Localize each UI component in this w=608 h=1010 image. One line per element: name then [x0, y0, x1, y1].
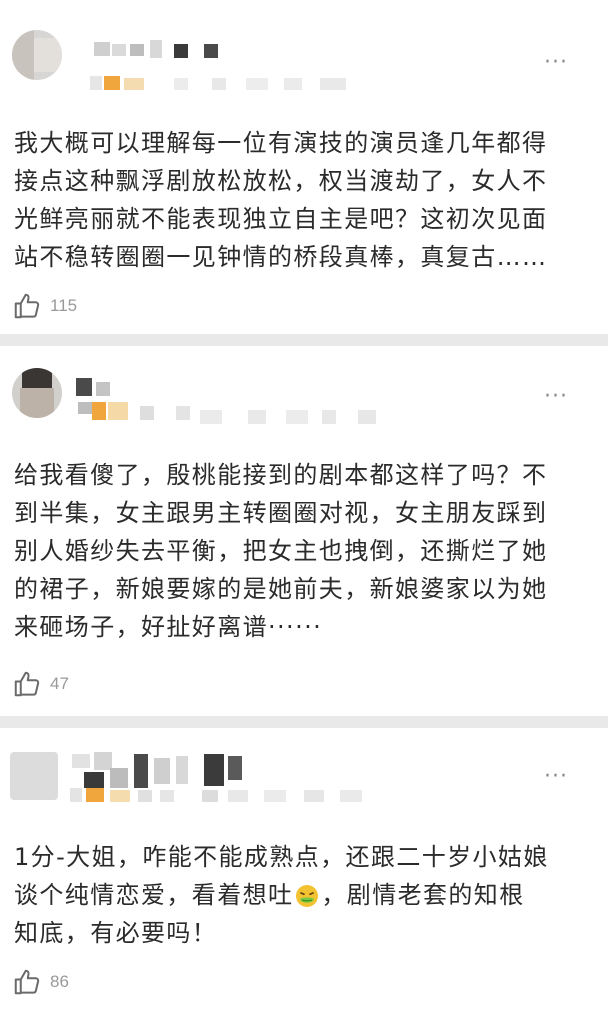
like-button[interactable]: 47 — [12, 668, 69, 700]
user-avatar[interactable] — [10, 752, 58, 800]
comment-text: 给我看傻了，殷桃能接到的剧本都这样了吗？不 到半集，女主跟男主转圈圈对视，女主朋… — [14, 461, 548, 641]
like-count: 115 — [50, 296, 78, 315]
like-button[interactable]: 86 — [12, 966, 69, 998]
comment-text: 1分-大姐，咋能不能成熟点，还跟二十岁小姑娘 谈个纯情恋爱，看着想吐 ，剧情老套… — [14, 843, 549, 947]
like-count: 86 — [50, 972, 69, 991]
user-avatar[interactable] — [12, 368, 62, 418]
comment-text: 我大概可以理解每一位有演技的演员逢几年都得 接点这种飘浮剧放松放松，权当渡劫了，… — [14, 129, 548, 271]
thumbs-up-icon — [14, 671, 40, 697]
thumbs-up-icon — [14, 969, 40, 995]
like-button[interactable]: 115 — [12, 290, 77, 322]
comment-card: ··· 1分-大姐，咋能不能成熟点，还跟二十岁小姑娘 谈个纯情恋爱，看着想吐 ，… — [0, 728, 608, 1010]
more-options-button[interactable]: ··· — [544, 386, 568, 408]
more-options-button[interactable]: ··· — [544, 52, 568, 74]
user-avatar[interactable] — [12, 30, 62, 80]
nauseated-face-icon — [296, 885, 319, 907]
comment-card: ··· 我大概可以理解每一位有演技的演员逢几年都得 接点这种飘浮剧放松放松，权当… — [0, 0, 608, 334]
more-options-button[interactable]: ··· — [544, 766, 568, 788]
like-count: 47 — [50, 674, 69, 693]
comment-card: ··· 给我看傻了，殷桃能接到的剧本都这样了吗？不 到半集，女主跟男主转圈圈对视… — [0, 346, 608, 716]
thumbs-up-icon — [14, 293, 40, 319]
